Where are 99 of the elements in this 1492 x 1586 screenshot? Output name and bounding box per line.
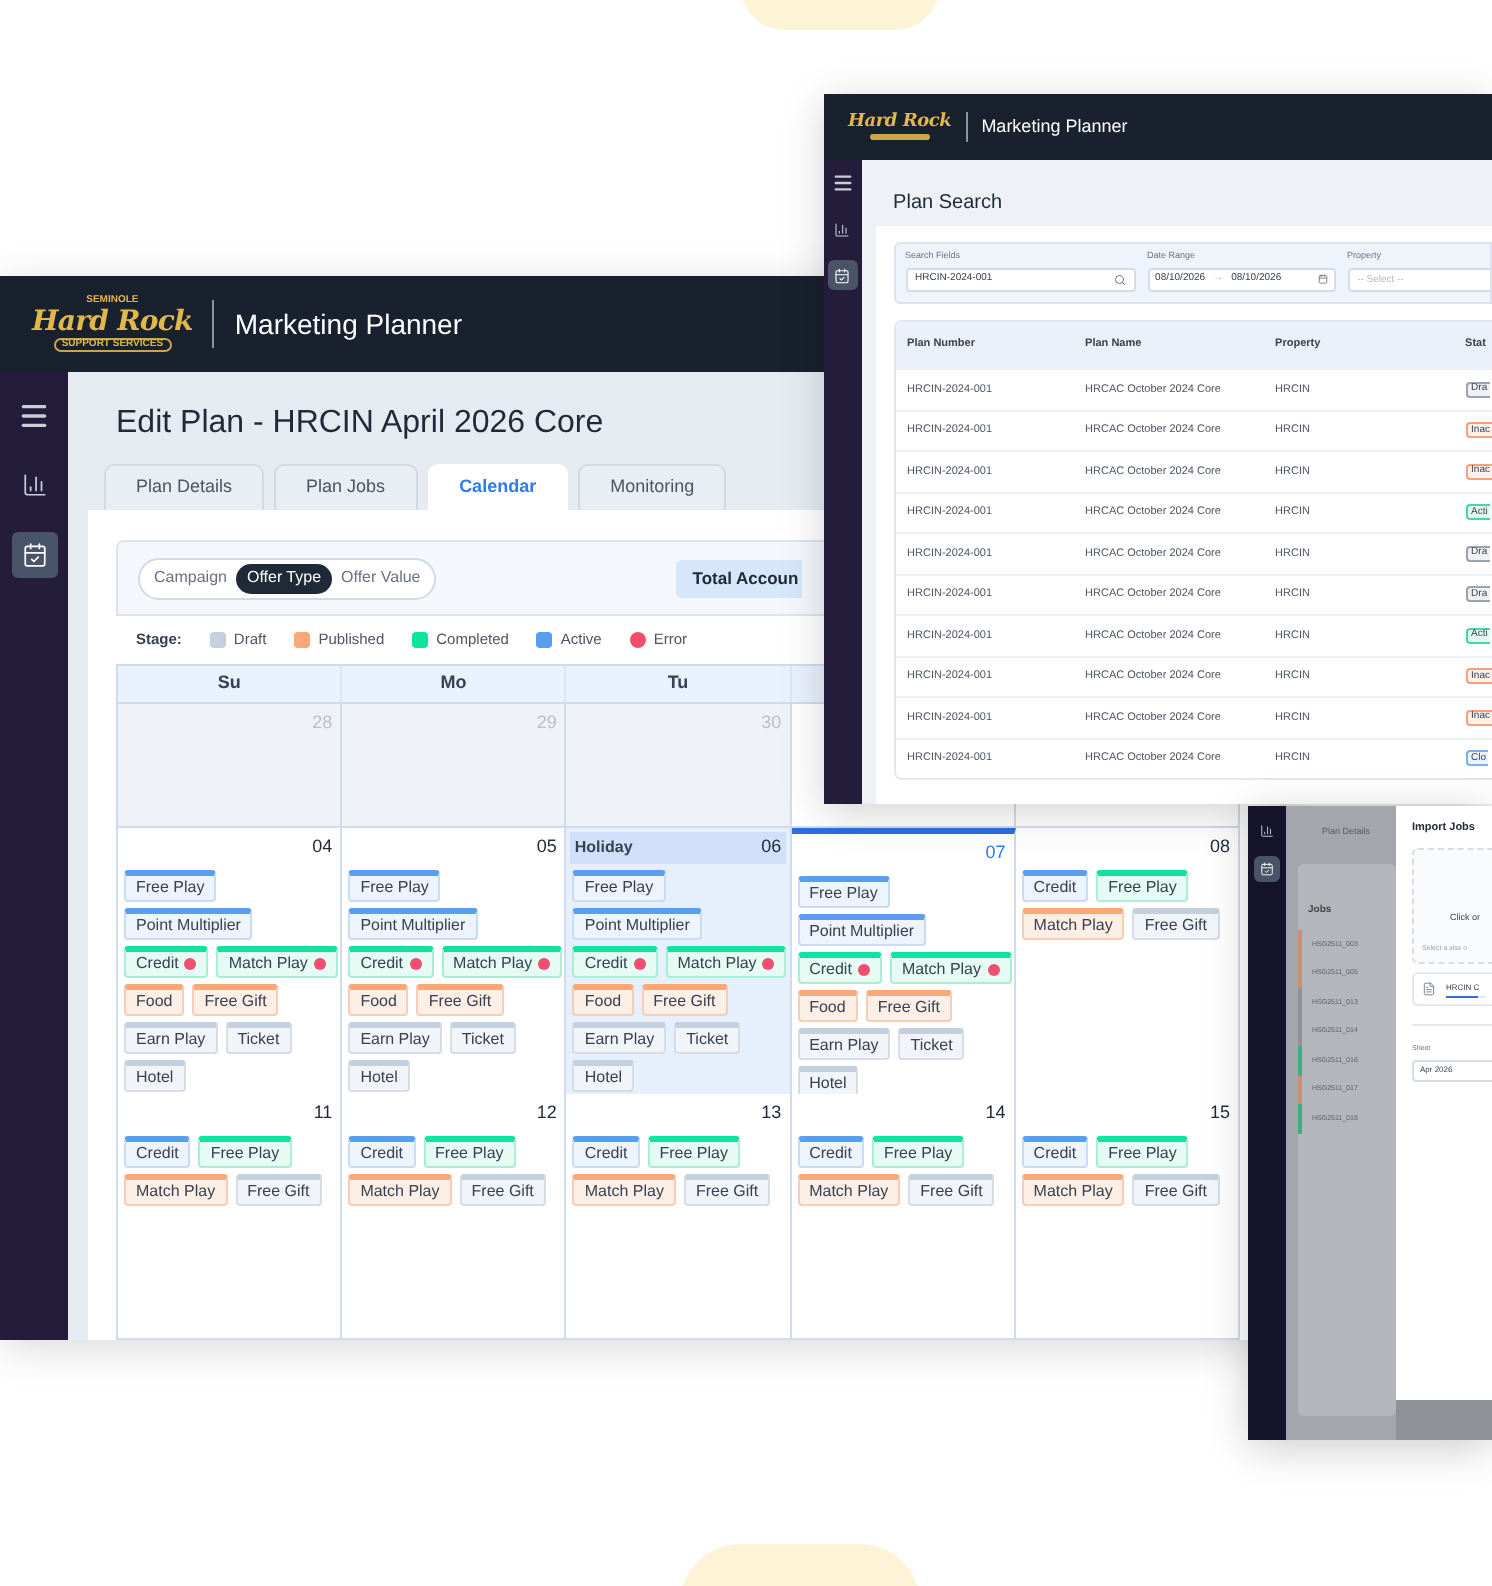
weekday-header: Tu	[667, 670, 689, 697]
offer-chip[interactable]: Free Play	[348, 870, 441, 902]
offer-chip[interactable]: Free Gift	[908, 1174, 995, 1206]
day-number: 05	[536, 834, 557, 861]
offer-chip[interactable]: Hotel	[348, 1060, 410, 1092]
offer-chip[interactable]: Earn Play	[124, 1022, 218, 1054]
logo-wordmark: Hard Rock	[32, 308, 193, 336]
offer-chip[interactable]: Match Play	[1021, 1174, 1125, 1206]
offer-chip[interactable]: Free Play	[1096, 870, 1189, 902]
legend-swatch	[629, 632, 646, 648]
offer-chip[interactable]: Earn Play	[572, 1022, 667, 1054]
offer-chip[interactable]: Credit	[1021, 870, 1089, 902]
offer-chip[interactable]: Free Gift	[416, 984, 504, 1016]
offer-chip[interactable]: Point Multiplier	[797, 914, 927, 946]
offer-chip[interactable]: Ticket	[225, 1022, 292, 1054]
offer-chip[interactable]: Match Play	[665, 946, 787, 978]
offer-chip[interactable]: Credit	[572, 1136, 640, 1168]
offer-chip[interactable]: Free Play	[124, 870, 217, 902]
calendar-icon[interactable]	[11, 532, 57, 578]
offer-chip[interactable]: Match Play	[1021, 908, 1125, 940]
offer-chip[interactable]: Match Play	[572, 1174, 676, 1206]
legend-swatch	[209, 632, 226, 648]
offer-chip[interactable]: Food	[124, 984, 185, 1016]
day-number: 11	[313, 1100, 333, 1127]
offer-chip[interactable]: Credit	[348, 1136, 416, 1168]
offer-chip[interactable]: Food	[572, 984, 634, 1016]
day-number: 13	[761, 1100, 782, 1127]
offer-chip[interactable]: Match Play	[124, 1174, 228, 1206]
offer-chip[interactable]: Match Play	[889, 952, 1012, 984]
offer-chip[interactable]: Free Gift	[235, 1174, 322, 1206]
toggle-option[interactable]: Campaign	[144, 563, 237, 593]
app-title: Marketing Planner	[981, 113, 1128, 140]
offer-chip[interactable]: Free Gift	[1132, 908, 1219, 940]
day-number: 06	[761, 834, 782, 861]
legend-swatch	[294, 632, 311, 648]
offer-chip[interactable]: Free Play	[572, 870, 666, 902]
total-accounts-button[interactable]: Total Accoun	[676, 559, 803, 597]
search-icon	[1113, 273, 1126, 286]
day-number: 04	[312, 834, 333, 861]
toggle-option[interactable]: Offer Value	[331, 563, 431, 593]
offer-chip[interactable]: Credit	[797, 1136, 864, 1168]
offer-chip[interactable]: Free Gift	[459, 1174, 546, 1206]
calendar-icon[interactable]	[1254, 856, 1280, 882]
offer-chip[interactable]: Earn Play	[348, 1022, 442, 1054]
offer-chip[interactable]: Free Play	[871, 1136, 965, 1168]
offer-chip[interactable]: Credit	[572, 946, 658, 978]
offer-chip[interactable]: Match Play	[348, 1174, 452, 1206]
offer-chip[interactable]: Free Play	[1096, 1136, 1189, 1168]
offer-chip[interactable]: Match Play	[216, 946, 338, 978]
app-title: Marketing Planner	[234, 305, 463, 344]
legend-swatch	[412, 632, 429, 648]
page-title: Plan Search	[893, 192, 1003, 214]
offer-chip[interactable]: Free Gift	[865, 990, 952, 1022]
day-number: 08	[1209, 834, 1230, 861]
offer-chip[interactable]: Credit	[1021, 1136, 1089, 1168]
logo-band	[869, 134, 930, 140]
offer-chip[interactable]: Food	[348, 984, 409, 1016]
offer-chip[interactable]: Match Play	[797, 1174, 901, 1206]
offer-chip[interactable]: Point Multiplier	[348, 908, 478, 940]
day-number: 15	[1209, 1100, 1230, 1127]
offer-chip[interactable]: Free Play	[198, 1136, 292, 1168]
offer-chip[interactable]: Free Play	[423, 1136, 516, 1168]
page-title: Edit Plan - HRCIN April 2026 Core	[116, 406, 604, 440]
offer-chip[interactable]: Ticket	[898, 1028, 965, 1060]
offer-chip[interactable]: Free Play	[647, 1136, 740, 1168]
offer-chip[interactable]: Point Multiplier	[572, 908, 702, 940]
calendar-icon[interactable]	[827, 260, 858, 290]
offer-chip[interactable]: Food	[797, 990, 858, 1022]
offer-chip[interactable]: Hotel	[572, 1060, 635, 1092]
logo-wordmark: Hard Rock	[848, 114, 952, 132]
offer-chip[interactable]: Free Gift	[683, 1174, 771, 1206]
offer-chip[interactable]: Credit	[124, 946, 209, 978]
day-number: 07	[985, 840, 1006, 867]
weekday-header: Su	[217, 670, 241, 697]
offer-chip[interactable]: Ticket	[449, 1022, 516, 1054]
weekday-header: Mo	[440, 670, 467, 697]
legend-swatch	[536, 632, 553, 648]
offer-chip[interactable]: Hotel	[124, 1060, 186, 1092]
tab[interactable]: Monitoring	[578, 464, 727, 510]
offer-chip[interactable]: Free Gift	[192, 984, 279, 1016]
day-number: 14	[985, 1100, 1006, 1127]
tab[interactable]: Plan Jobs	[274, 464, 418, 510]
tab[interactable]: Plan Details	[104, 464, 265, 510]
offer-chip[interactable]: Credit	[348, 946, 434, 978]
offer-chip[interactable]: Match Play	[441, 946, 563, 978]
holiday-label: Holiday	[574, 836, 633, 860]
offer-chip[interactable]: Credit	[124, 1136, 191, 1168]
offer-chip[interactable]: Credit	[797, 952, 882, 984]
offer-chip[interactable]: Free Gift	[641, 984, 728, 1016]
toggle-option[interactable]: Offer Type	[236, 563, 332, 593]
offer-chip[interactable]: Free Play	[797, 876, 890, 908]
offer-chip[interactable]: Free Gift	[1132, 1174, 1219, 1206]
file-icon	[1422, 982, 1436, 997]
offer-chip[interactable]: Earn Play	[797, 1028, 891, 1060]
calendar-icon	[1317, 274, 1328, 285]
tab[interactable]: Calendar	[427, 464, 569, 510]
offer-chip[interactable]: Ticket	[674, 1022, 741, 1054]
day-number: 12	[536, 1100, 557, 1127]
offer-chip[interactable]: Point Multiplier	[124, 908, 253, 940]
